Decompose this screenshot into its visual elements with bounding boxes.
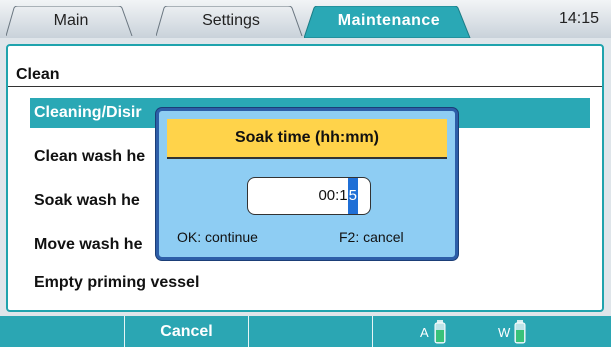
bottle-icon: [434, 320, 446, 344]
softkey-bar: Cancel A W: [0, 316, 611, 347]
cancel-hint: F2: cancel: [339, 229, 404, 245]
bottle-w-label: W: [498, 325, 511, 340]
bottle-icon: [514, 320, 526, 344]
bottle-a-label: A: [420, 325, 429, 340]
tab-maintenance[interactable]: Maintenance: [304, 6, 474, 38]
menu-item-empty-priming-vessel[interactable]: Empty priming vessel: [30, 268, 590, 298]
ok-hint: OK: continue: [177, 229, 258, 245]
tab-main[interactable]: Main: [6, 6, 136, 36]
dialog-title: Soak time (hh:mm): [167, 119, 447, 159]
tab-bar: Main Settings Maintenance 14:15: [0, 0, 611, 38]
tab-label: Main: [53, 12, 89, 29]
cancel-button[interactable]: Cancel: [125, 316, 249, 347]
tab-settings[interactable]: Settings: [156, 6, 306, 36]
tab-label: Maintenance: [337, 12, 441, 29]
soak-time-input[interactable]: 00:15: [247, 177, 371, 215]
input-value: 00:1: [318, 187, 348, 204]
tab-label: Settings: [202, 12, 260, 29]
softkey-1[interactable]: [0, 316, 125, 347]
soak-time-dialog: Soak time (hh:mm) 00:15 OK: continue F2:…: [156, 108, 458, 260]
clock: 14:15: [558, 10, 599, 27]
softkey-3[interactable]: [249, 316, 373, 347]
input-cursor: 5: [347, 178, 358, 214]
divider: [8, 86, 602, 87]
panel-title: Clean: [16, 66, 60, 83]
device-screen: Main Settings Maintenance 14:15 Clean Cl…: [0, 0, 611, 347]
